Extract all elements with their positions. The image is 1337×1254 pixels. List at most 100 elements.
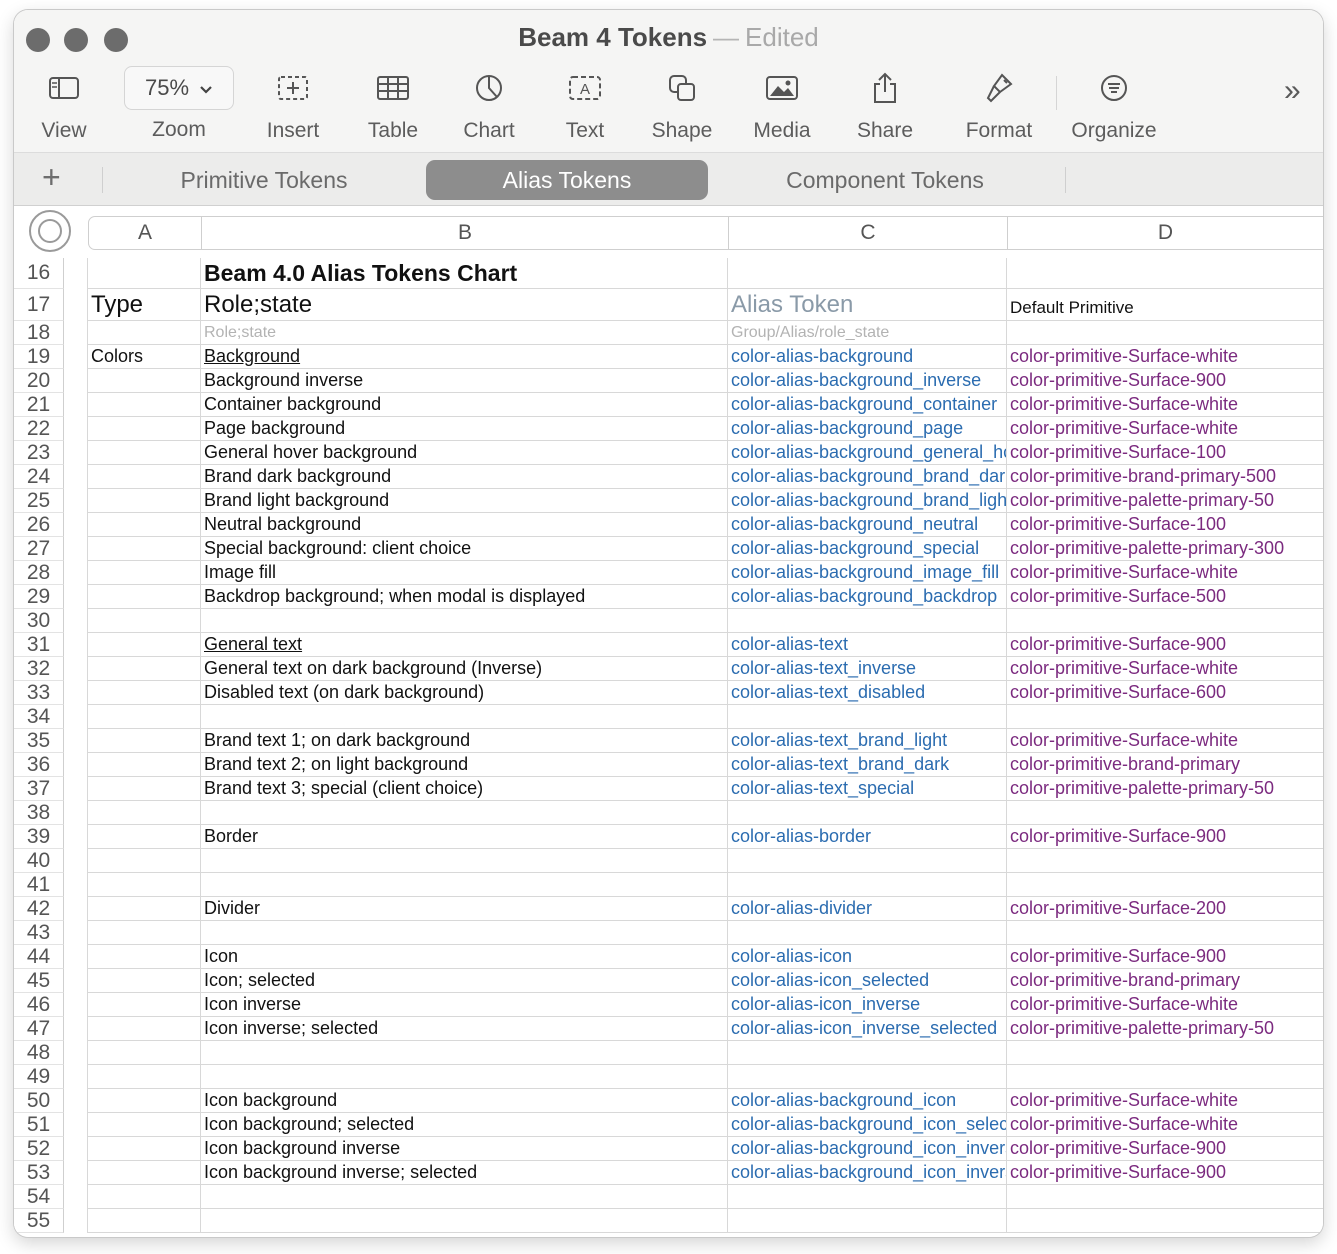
cell-d[interactable]: color-primitive-Surface-500	[1007, 585, 1323, 608]
cell-d[interactable]: color-primitive-palette-primary-50	[1007, 1017, 1323, 1040]
row-header[interactable]: 16	[14, 258, 64, 289]
row-header[interactable]: 45	[14, 969, 64, 993]
cell-a[interactable]	[87, 993, 201, 1016]
cell-a[interactable]	[87, 417, 201, 440]
cell-b[interactable]: General text on dark background (Inverse…	[201, 657, 728, 680]
cell-c[interactable]: color-alias-background_icon_selected	[728, 1113, 1007, 1136]
cell-a[interactable]	[87, 945, 201, 968]
cell-d[interactable]	[1007, 1065, 1323, 1088]
shape-button[interactable]: Shape	[646, 68, 718, 152]
cell-d[interactable]: color-primitive-brand-primary	[1007, 753, 1323, 776]
cell-d[interactable]: color-primitive-Surface-900	[1007, 1137, 1323, 1160]
table-button[interactable]: Table	[360, 68, 426, 152]
row-header[interactable]: 18	[14, 321, 64, 345]
cell-b[interactable]	[201, 921, 728, 944]
cell-d[interactable]	[1007, 705, 1323, 728]
cell-d[interactable]	[1007, 258, 1323, 288]
cell-d[interactable]	[1007, 873, 1323, 896]
cell-c[interactable]: color-alias-background_special	[728, 537, 1007, 560]
row-header[interactable]: 35	[14, 729, 64, 753]
insert-button[interactable]: Insert	[258, 68, 328, 152]
cell-b[interactable]: Icon inverse	[201, 993, 728, 1016]
cell-c[interactable]	[728, 873, 1007, 896]
cell-d[interactable]	[1007, 801, 1323, 824]
cell-a[interactable]	[87, 969, 201, 992]
cell-b[interactable]: Role;state	[201, 321, 728, 344]
cell-c[interactable]: Group/Alias/role_state	[728, 321, 1007, 344]
more-toolbar-button[interactable]: »	[1284, 74, 1301, 108]
cell-d[interactable]: color-primitive-Surface-white	[1007, 1089, 1323, 1112]
cell-b[interactable]: Special background: client choice	[201, 537, 728, 560]
cell-b[interactable]: Icon	[201, 945, 728, 968]
cell-a[interactable]	[87, 537, 201, 560]
cell-b[interactable]: Icon background inverse; selected	[201, 1161, 728, 1184]
cell-a[interactable]	[87, 561, 201, 584]
row-header[interactable]: 50	[14, 1089, 64, 1113]
cell-a[interactable]	[87, 258, 201, 288]
cell-a[interactable]	[87, 489, 201, 512]
tab-primitive-tokens[interactable]: Primitive Tokens	[154, 160, 374, 200]
cell-d[interactable]: color-primitive-Surface-900	[1007, 945, 1323, 968]
cell-d[interactable]: color-primitive-palette-primary-300	[1007, 537, 1323, 560]
row-header[interactable]: 53	[14, 1161, 64, 1185]
cell-c[interactable]: color-alias-icon_selected	[728, 969, 1007, 992]
cell-b[interactable]: Beam 4.0 Alias Tokens Chart	[201, 258, 728, 288]
cell-a[interactable]	[87, 369, 201, 392]
cell-b[interactable]: Container background	[201, 393, 728, 416]
row-header[interactable]: 38	[14, 801, 64, 825]
cell-c[interactable]: color-alias-text_inverse	[728, 657, 1007, 680]
row-header[interactable]: 49	[14, 1065, 64, 1089]
row-header[interactable]: 41	[14, 873, 64, 897]
row-header[interactable]: 23	[14, 441, 64, 465]
cell-a[interactable]	[87, 1089, 201, 1112]
cell-b[interactable]: Brand text 2; on light background	[201, 753, 728, 776]
cell-c[interactable]	[728, 801, 1007, 824]
cell-a[interactable]	[87, 321, 201, 344]
cell-a[interactable]	[87, 897, 201, 920]
cell-b[interactable]	[201, 1185, 728, 1208]
cell-c[interactable]: color-alias-background_backdrop	[728, 585, 1007, 608]
cell-a[interactable]	[87, 609, 201, 632]
column-header-c[interactable]: C	[729, 216, 1008, 250]
cell-b[interactable]: Neutral background	[201, 513, 728, 536]
row-header[interactable]: 31	[14, 633, 64, 657]
row-header[interactable]: 51	[14, 1113, 64, 1137]
cell-d[interactable]: color-primitive-Surface-900	[1007, 633, 1323, 656]
cell-a[interactable]	[87, 1137, 201, 1160]
row-header[interactable]: 43	[14, 921, 64, 945]
row-header[interactable]: 54	[14, 1185, 64, 1209]
cell-b[interactable]: Icon background; selected	[201, 1113, 728, 1136]
row-header[interactable]: 19	[14, 345, 64, 369]
cell-b[interactable]: Icon background inverse	[201, 1137, 728, 1160]
row-header[interactable]: 24	[14, 465, 64, 489]
cell-b[interactable]: Divider	[201, 897, 728, 920]
row-header[interactable]: 52	[14, 1137, 64, 1161]
cell-a[interactable]	[87, 801, 201, 824]
cell-a[interactable]	[87, 1185, 201, 1208]
cell-d[interactable]	[1007, 1209, 1323, 1232]
cell-a[interactable]	[87, 513, 201, 536]
cell-d[interactable]: color-primitive-palette-primary-50	[1007, 777, 1323, 800]
row-header[interactable]: 37	[14, 777, 64, 801]
cell-d[interactable]	[1007, 609, 1323, 632]
cell-c[interactable]	[728, 849, 1007, 872]
column-header-b[interactable]: B	[202, 216, 729, 250]
cell-c[interactable]: color-alias-background_neutral	[728, 513, 1007, 536]
cell-d[interactable]	[1007, 1185, 1323, 1208]
cell-b[interactable]: Icon background	[201, 1089, 728, 1112]
cell-c[interactable]: color-alias-background_icon_inverse	[728, 1137, 1007, 1160]
cell-a[interactable]	[87, 633, 201, 656]
row-header[interactable]: 22	[14, 417, 64, 441]
cell-d[interactable]: color-primitive-Surface-white	[1007, 417, 1323, 440]
cell-d[interactable]: color-primitive-Surface-900	[1007, 369, 1323, 392]
row-header[interactable]: 33	[14, 681, 64, 705]
tab-component-tokens[interactable]: Component Tokens	[764, 160, 1006, 200]
row-header[interactable]: 29	[14, 585, 64, 609]
cell-c[interactable]: color-alias-background_general_hc	[728, 441, 1007, 464]
row-header[interactable]: 20	[14, 369, 64, 393]
zoom-button[interactable]: Zoom	[144, 110, 214, 150]
row-header[interactable]: 55	[14, 1209, 64, 1233]
cell-c[interactable]: color-alias-icon	[728, 945, 1007, 968]
cell-a[interactable]	[87, 681, 201, 704]
cell-a[interactable]	[87, 1041, 201, 1064]
